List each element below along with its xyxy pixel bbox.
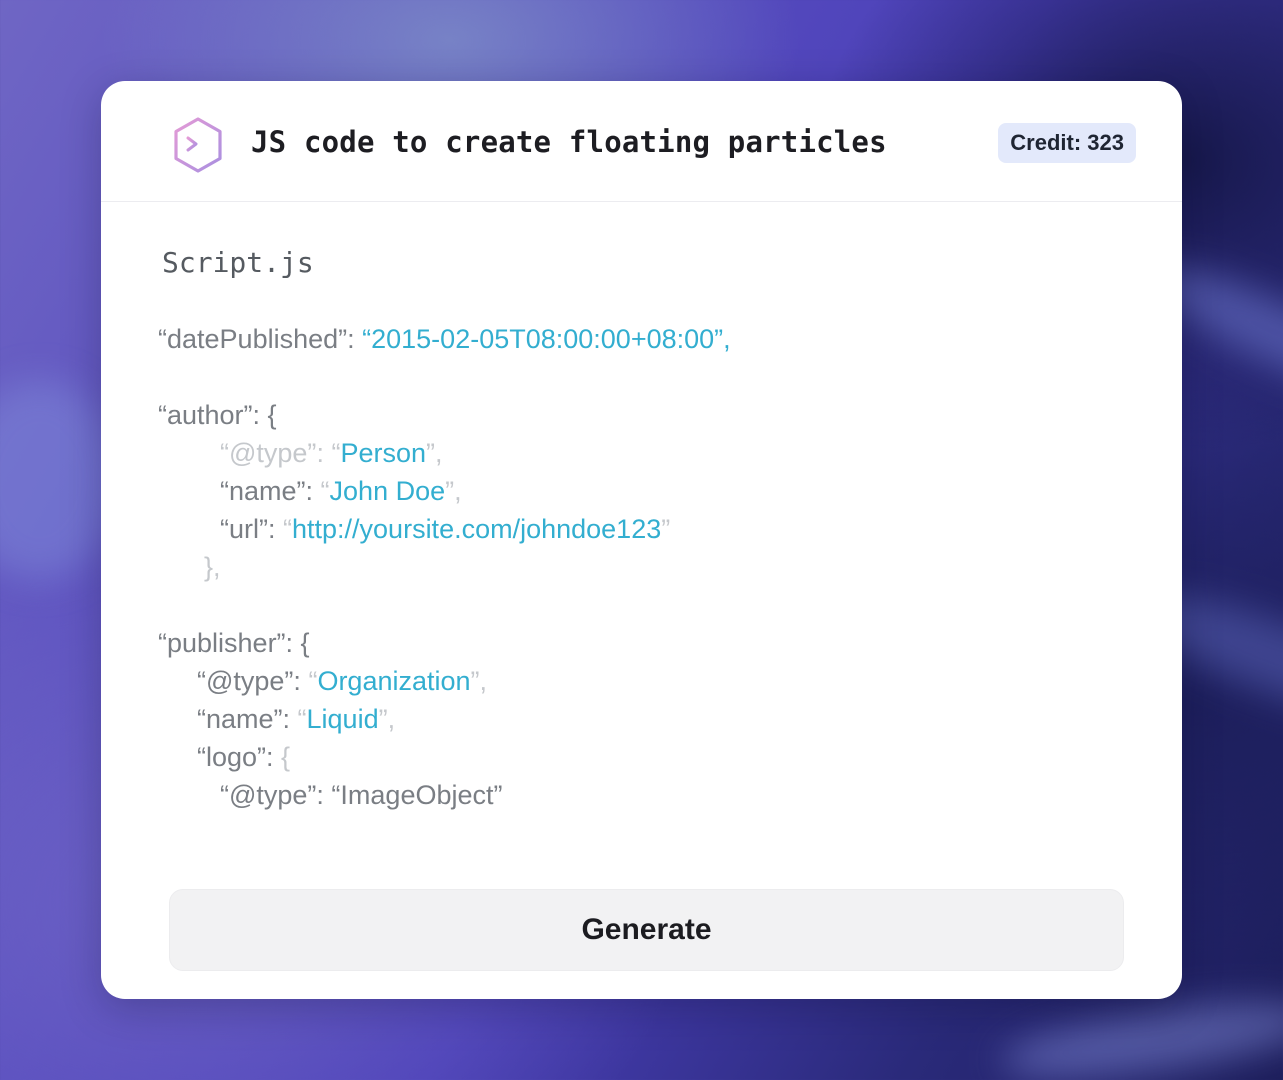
code-punct: : “ xyxy=(316,438,341,468)
generate-button[interactable]: Generate xyxy=(169,889,1124,971)
code-line: “name”: “John Doe”, xyxy=(220,474,462,508)
file-name: Script.js xyxy=(162,246,314,279)
code-punct: ” xyxy=(661,514,671,544)
code-value: John Doe xyxy=(329,476,446,506)
code-line: “datePublished”: “2015-02-05T08:00:00+08… xyxy=(158,322,731,356)
code-value: Person xyxy=(340,438,426,468)
code-punct: ”, xyxy=(445,476,462,506)
code-value: Liquid xyxy=(306,704,379,734)
code-key: “author”: { xyxy=(158,400,277,430)
code-line: “@type”: “ImageObject” xyxy=(220,778,503,812)
code-key: “name”: xyxy=(220,476,321,506)
code-key: “@type”: “ImageObject” xyxy=(220,780,503,810)
code-generator-card: JS code to create floating particles Cre… xyxy=(101,81,1182,999)
code-punct: }, xyxy=(204,552,221,582)
code-key: “name”: xyxy=(197,704,298,734)
code-line: “name”: “Liquid”, xyxy=(197,702,395,736)
code-punct: ”, xyxy=(426,438,443,468)
code-key: “url”: xyxy=(220,514,283,544)
code-punct: { xyxy=(281,742,291,772)
code-line: “@type”: “Organization”, xyxy=(197,664,487,698)
code-line: “url”: “http://yoursite.com/johndoe123” xyxy=(220,512,670,546)
code-key: “datePublished”: xyxy=(158,324,363,354)
code-value: “2015-02-05T08:00:00+08:00”, xyxy=(362,324,731,354)
code-value: http://yoursite.com/johndoe123 xyxy=(292,514,662,544)
code-key: “@type” xyxy=(220,438,317,468)
code-punct: “ xyxy=(283,514,292,544)
code-punct: “ xyxy=(297,704,307,734)
code-line: “author”: { xyxy=(158,398,277,432)
page-title: JS code to create floating particles xyxy=(251,125,887,159)
credit-badge: Credit: 323 xyxy=(998,123,1136,163)
code-key: “@type”: xyxy=(197,666,309,696)
code-line: “logo”: { xyxy=(197,740,290,774)
card-header: JS code to create floating particles Cre… xyxy=(101,81,1182,202)
code-punct: ”, xyxy=(378,704,396,734)
code-line: }, xyxy=(204,550,221,584)
code-key: “logo”: xyxy=(197,742,282,772)
code-key: “publisher”: { xyxy=(158,628,310,658)
code-value: Organization xyxy=(317,666,471,696)
code-punct: “ xyxy=(320,476,330,506)
code-punct: ”, xyxy=(470,666,488,696)
code-line: “@type”: “Person”, xyxy=(220,436,443,470)
terminal-hexagon-icon xyxy=(174,117,222,173)
background-streak xyxy=(997,988,1283,1080)
code-line: “publisher”: { xyxy=(158,626,310,660)
